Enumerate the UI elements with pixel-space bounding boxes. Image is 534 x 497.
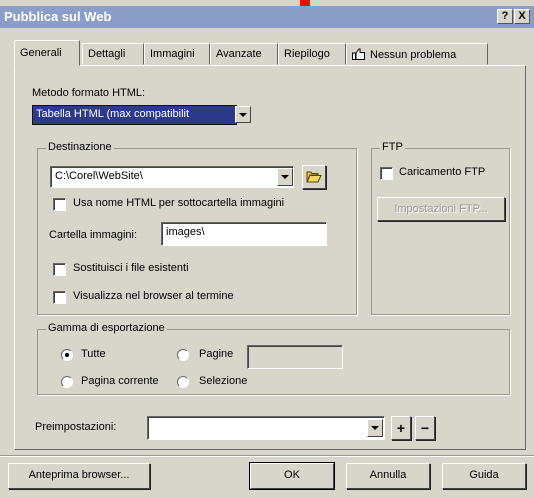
images-folder-input[interactable]: images\: [161, 222, 327, 246]
tab-label: Generali: [20, 47, 62, 59]
destination-dropdown-icon[interactable]: [277, 168, 293, 186]
format-value: Tabella HTML (max compatibilit: [36, 108, 190, 120]
use-html-name-checkbox[interactable]: [53, 198, 66, 211]
range-pages-radio[interactable]: [177, 349, 189, 361]
destination-path-value: C:\Corel\WebSite\: [55, 170, 143, 182]
replace-files-checkbox[interactable]: [53, 263, 66, 276]
browser-preview-button[interactable]: Anteprima browser...: [8, 463, 150, 489]
export-range-group-label: Gamma di esportazione: [46, 322, 167, 334]
images-folder-value: images\: [166, 226, 205, 238]
remove-preset-button[interactable]: −: [415, 416, 435, 440]
tab-nessun-problema[interactable]: Nessun problema: [346, 43, 488, 65]
range-current-radio[interactable]: [61, 376, 73, 388]
plus-icon: +: [396, 420, 406, 436]
range-selection-radio[interactable]: [177, 376, 189, 388]
ftp-group-label: FTP: [380, 141, 405, 153]
format-select[interactable]: Tabella HTML (max compatibilit: [32, 105, 237, 125]
show-browser-checkbox[interactable]: [53, 291, 66, 304]
close-icon[interactable]: X: [514, 9, 530, 24]
folder-open-icon: [306, 171, 322, 183]
browse-folder-button[interactable]: [302, 165, 326, 189]
tab-label: Immagini: [150, 48, 195, 60]
replace-files-label: Sostituisci i file esistenti: [73, 262, 189, 274]
images-folder-label: Cartella immagini:: [49, 229, 138, 241]
show-browser-label: Visualizza nel browser al termine: [73, 290, 234, 302]
publish-web-dialog: Pubblica sul Web ? X Generali Dettagli I…: [0, 0, 534, 497]
minus-icon: −: [420, 420, 430, 436]
destination-path-input[interactable]: C:\Corel\WebSite\: [50, 166, 294, 188]
range-selection-label: Selezione: [199, 375, 248, 387]
tab-generali[interactable]: Generali: [14, 40, 80, 66]
tab-label: Riepilogo: [284, 48, 330, 60]
help-icon[interactable]: ?: [497, 9, 513, 24]
range-pages-input[interactable]: [247, 345, 343, 369]
use-html-name-label: Usa nome HTML per sottocartella immagini: [73, 197, 285, 209]
add-preset-button[interactable]: +: [391, 416, 411, 440]
presets-label: Preimpostazioni:: [35, 421, 117, 433]
ok-button[interactable]: OK: [249, 462, 335, 490]
tab-immagini[interactable]: Immagini: [144, 43, 210, 65]
tab-label: Avanzate: [216, 48, 262, 60]
range-all-label: Tutte: [81, 348, 106, 360]
tab-dettagli[interactable]: Dettagli: [82, 43, 144, 65]
presets-dropdown-icon[interactable]: [367, 419, 383, 437]
format-label: Metodo formato HTML:: [32, 87, 146, 99]
destination-group-label: Destinazione: [46, 141, 114, 153]
thumbs-up-icon: [352, 48, 365, 60]
help-button[interactable]: Guida: [442, 463, 526, 489]
general-panel: Metodo formato HTML: Tabella HTML (max c…: [14, 65, 526, 450]
range-pages-label: Pagine: [199, 348, 234, 360]
window-title: Pubblica sul Web: [4, 9, 112, 24]
ftp-settings-button[interactable]: Impostazioni FTP...: [377, 197, 505, 221]
tab-avanzate[interactable]: Avanzate: [210, 43, 278, 65]
ftp-upload-checkbox[interactable]: [380, 167, 393, 180]
ftp-upload-label: Caricamento FTP: [399, 166, 486, 178]
cancel-button[interactable]: Annulla: [346, 463, 430, 489]
presets-select[interactable]: [147, 416, 385, 440]
tab-label: Dettagli: [88, 48, 126, 60]
title-bar: Pubblica sul Web: [0, 6, 534, 28]
tab-label: Nessun problema: [370, 49, 457, 61]
footer-separator: [0, 455, 534, 457]
format-dropdown-icon[interactable]: [235, 106, 251, 123]
range-all-radio[interactable]: [61, 349, 73, 361]
range-current-label: Pagina corrente: [81, 375, 159, 387]
tab-riepilogo[interactable]: Riepilogo: [278, 43, 346, 65]
